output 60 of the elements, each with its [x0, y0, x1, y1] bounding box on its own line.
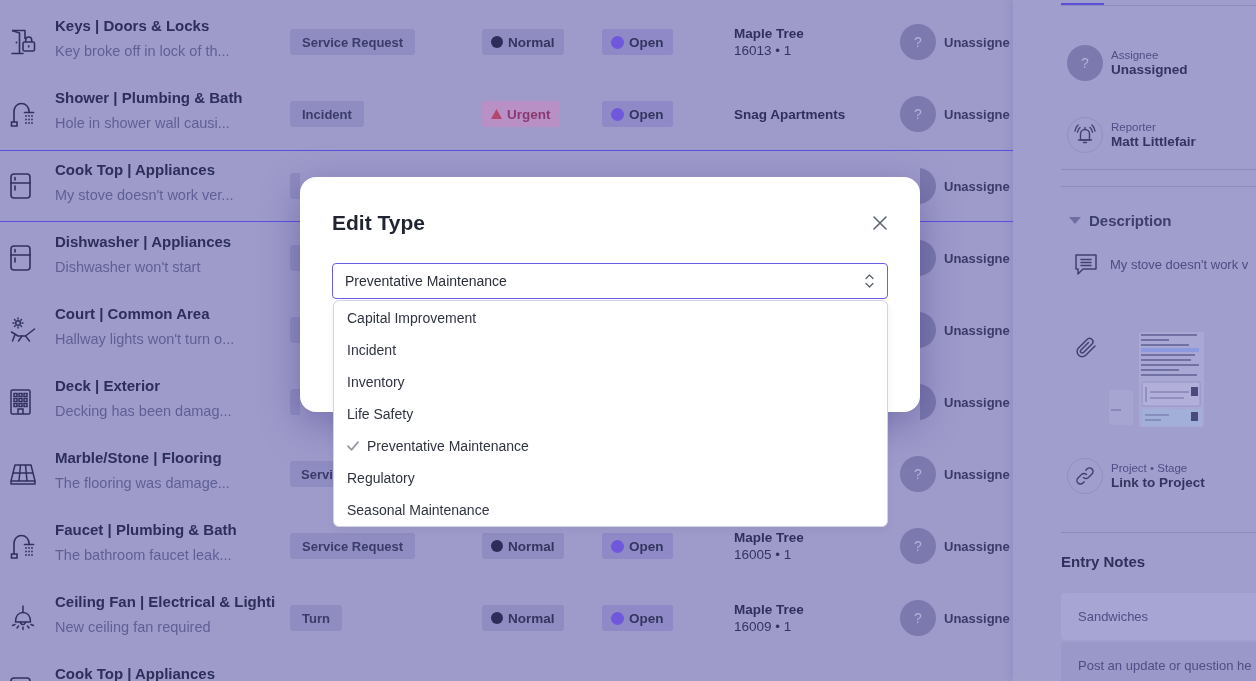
assignee-name: Unassigne	[944, 394, 1010, 410]
section-heading: Description	[1089, 211, 1172, 229]
assignee-name: Unassigne	[944, 250, 1010, 266]
item-title: Court | Common Area	[55, 304, 210, 324]
property-name: Maple Tree	[734, 601, 804, 618]
item-title: Cook Top | Appliances	[55, 160, 216, 180]
field-label: Reporter	[1111, 120, 1156, 134]
item-title: Dishwasher | Appliances	[55, 232, 232, 252]
status-tag: Open	[602, 605, 673, 631]
priority-tag: Normal	[482, 533, 564, 559]
item-description: Key broke off in lock of th...	[55, 42, 230, 61]
item-title: Ceiling Fan | Electrical & Lighti	[55, 592, 276, 612]
assignee-name: Unassigne	[944, 538, 1010, 554]
type-tag: Service Request	[290, 533, 416, 559]
user-avatar: ?	[900, 96, 936, 132]
assignee-name: Unassigne	[944, 322, 1010, 338]
item-description: The flooring was damage...	[55, 474, 230, 493]
unit-number: 16009 • 1	[734, 618, 792, 635]
item-description: Dishwasher won't start	[55, 258, 201, 277]
description-text: My stove doesn't work v	[1110, 256, 1249, 272]
item-title: Deck | Exterior	[55, 376, 161, 396]
item-description: Hole in shower wall causi...	[55, 114, 230, 133]
field-label: Assignee	[1111, 48, 1159, 62]
section-heading: Entry Notes	[1061, 552, 1146, 572]
priority-tag: Normal	[482, 605, 564, 631]
type-tag: Servi	[290, 461, 333, 487]
status-tag: Open	[602, 29, 673, 55]
type-tag: Service Request	[290, 29, 416, 55]
property-name: Maple Tree	[734, 25, 804, 42]
item-title: Marble/Stone | Flooring	[55, 448, 222, 468]
assignee-name: Unassigne	[944, 34, 1010, 50]
status-tag: Open	[602, 101, 673, 127]
item-title: Shower | Plumbing & Bath	[55, 88, 243, 108]
property-name: Maple Tree	[734, 529, 804, 546]
unit-number: 16013 • 1	[734, 42, 792, 59]
user-avatar: ?	[900, 528, 936, 564]
property-name: Snag Apartments	[734, 105, 846, 123]
status-tag: Open	[602, 533, 673, 559]
assignee-name: Unassigne	[944, 466, 1010, 482]
item-description: New ceiling fan required	[55, 618, 211, 637]
user-avatar: ?	[900, 24, 936, 60]
user-avatar: ?	[900, 600, 936, 636]
priority-tag: Normal	[482, 29, 564, 55]
item-description: Decking has been damag...	[55, 402, 232, 421]
user-avatar: ?	[1067, 45, 1103, 81]
item-description: My stove doesn't work ver...	[55, 186, 234, 205]
type-tag: Turn	[290, 605, 342, 631]
reporter-name: Matt Littlefair	[1111, 134, 1196, 150]
assignee-name: Unassigne	[944, 106, 1010, 122]
item-title: Faucet | Plumbing & Bath	[55, 520, 237, 540]
assignee-name: Unassigne	[944, 610, 1010, 626]
user-avatar: ?	[900, 456, 936, 492]
type-tag: Incident	[290, 101, 364, 127]
unit-number: 16005 • 1	[734, 546, 792, 563]
item-description: Hallway lights won't turn o...	[55, 330, 235, 349]
assignee-name: Unassigne	[944, 178, 1010, 194]
field-label: Project • Stage	[1111, 461, 1188, 475]
item-title: Keys | Doors & Locks	[55, 16, 210, 36]
priority-tag: Urgent	[482, 101, 560, 127]
item-description: The bathroom faucet leak...	[55, 546, 232, 565]
